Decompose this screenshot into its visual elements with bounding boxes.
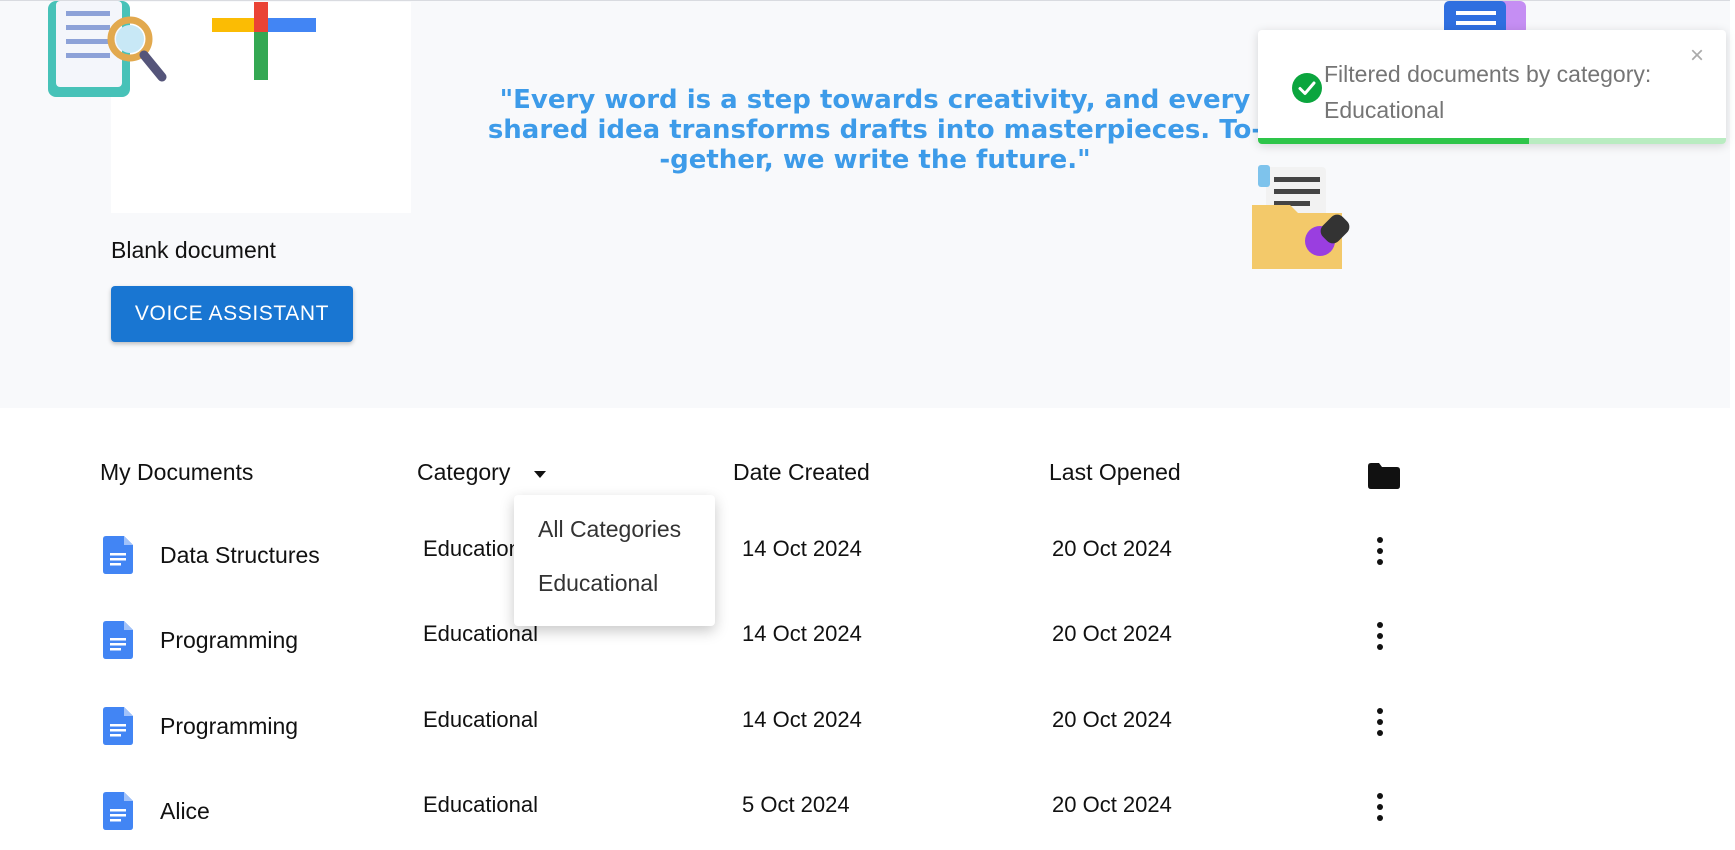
table-row[interactable]: Programming Educational 14 Oct 2024 20 O… xyxy=(0,701,1735,781)
header-my-documents: My Documents xyxy=(100,459,254,485)
last-opened-cell: 20 Oct 2024 xyxy=(1052,621,1172,646)
dropdown-option-all-categories[interactable]: All Categories xyxy=(514,509,715,563)
success-check-icon xyxy=(1292,73,1322,103)
more-options-icon[interactable] xyxy=(1372,708,1388,738)
category-header-label: Category xyxy=(417,459,511,485)
inspirational-quote: "Every word is a step towards creativity… xyxy=(487,85,1263,175)
category-cell: Educational xyxy=(423,792,538,817)
category-cell: Educational xyxy=(423,707,538,732)
table-row[interactable]: Alice Educational 5 Oct 2024 20 Oct 2024 xyxy=(0,786,1735,850)
last-opened-cell: 20 Oct 2024 xyxy=(1052,707,1172,732)
table-row[interactable]: Data Structures Educational 14 Oct 2024 … xyxy=(0,530,1735,610)
document-title[interactable]: Programming xyxy=(160,627,298,654)
last-opened-cell: 20 Oct 2024 xyxy=(1052,792,1172,817)
blank-document-label: Blank document xyxy=(111,237,276,263)
document-icon xyxy=(103,621,133,659)
category-dropdown-menu: All Categories Educational xyxy=(514,495,715,626)
more-options-icon[interactable] xyxy=(1372,793,1388,823)
document-icon xyxy=(103,707,133,745)
folder-icon[interactable] xyxy=(1368,463,1400,489)
toast-progress-bar xyxy=(1258,138,1530,144)
close-icon[interactable]: × xyxy=(1690,42,1704,70)
date-created-cell: 14 Oct 2024 xyxy=(742,536,862,561)
table-row[interactable]: Programming Educational 14 Oct 2024 20 O… xyxy=(0,615,1735,695)
document-icon xyxy=(103,792,133,830)
clipboard-magnifier-icon xyxy=(48,1,167,97)
document-icon xyxy=(103,536,133,574)
document-title[interactable]: Programming xyxy=(160,713,298,740)
more-options-icon[interactable] xyxy=(1372,622,1388,652)
toast-message: Filtered documents by category: Educatio… xyxy=(1324,61,1652,123)
date-created-cell: 14 Oct 2024 xyxy=(742,621,862,646)
filter-toast: Filtered documents by category: Educatio… xyxy=(1258,30,1726,144)
category-filter-header[interactable]: Category xyxy=(417,459,547,486)
plus-icon xyxy=(212,2,316,80)
header-last-opened: Last Opened xyxy=(1049,459,1181,485)
date-created-cell: 5 Oct 2024 xyxy=(742,792,850,817)
date-created-cell: 14 Oct 2024 xyxy=(742,707,862,732)
last-opened-cell: 20 Oct 2024 xyxy=(1052,536,1172,561)
dropdown-option-educational[interactable]: Educational xyxy=(514,563,715,617)
more-options-icon[interactable] xyxy=(1372,537,1388,567)
document-title[interactable]: Alice xyxy=(160,798,210,825)
caret-down-icon[interactable] xyxy=(534,471,547,478)
document-title[interactable]: Data Structures xyxy=(160,542,320,569)
header-date-created: Date Created xyxy=(733,459,870,485)
voice-assistant-button[interactable]: VOICE ASSISTANT xyxy=(111,286,353,342)
folder-stamp-icon xyxy=(1252,165,1350,269)
